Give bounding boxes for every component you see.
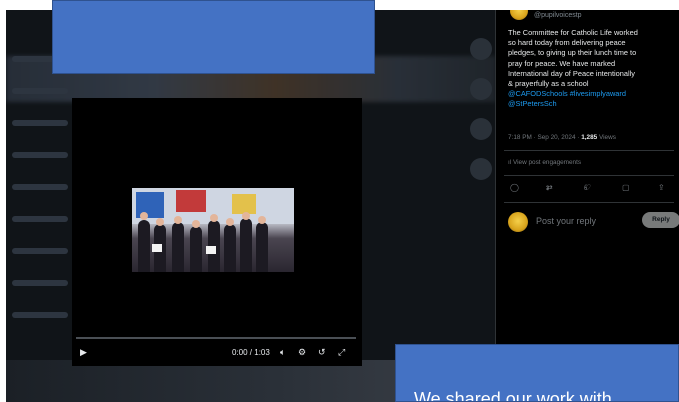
video-controls: ▶ 0:00 / 1:03 🔈︎ ⚙ ↺ ⤢ <box>72 344 362 364</box>
slide-overlay-box <box>52 0 375 74</box>
loop-icon[interactable]: ↺ <box>318 347 326 358</box>
play-icon[interactable]: ▶ <box>80 347 87 358</box>
divider <box>504 202 674 203</box>
fullscreen-icon[interactable]: ⤢ <box>338 347 345 358</box>
tweet-line: pledges, to giving up their lunch time t… <box>508 48 637 58</box>
tweet-panel: @pupilvoicestp The Committee for Catholi… <box>495 0 679 402</box>
tweet-line: so hard today from delivering peace <box>508 38 626 48</box>
reply-avatar <box>508 212 528 232</box>
reply-input[interactable]: Post your reply <box>536 216 596 226</box>
bookmark-icon[interactable]: ▢ <box>622 183 630 192</box>
reply-button[interactable]: Reply <box>642 212 679 228</box>
gear-icon[interactable]: ⚙ <box>298 347 306 358</box>
tweet-line: The Committee for Catholic Life worked <box>508 28 638 37</box>
tweet-link-mention[interactable]: @StPetersSch <box>508 99 676 109</box>
tweet-actions: ◯ ⇄ 3 ♡ 6 ▢ ⇪ <box>508 183 678 197</box>
video-progress-bar[interactable] <box>76 337 356 339</box>
tweet-handle[interactable]: @pupilvoicestp <box>534 12 582 19</box>
engagements-label: View post engagements <box>512 159 582 166</box>
heart-icon: ♡ <box>584 183 592 192</box>
view-engagements-link[interactable]: ıl View post engagements <box>508 159 581 166</box>
divider <box>504 175 674 176</box>
retweet-button[interactable]: ⇄ 3 <box>546 183 553 192</box>
comment-icon[interactable]: ◯ <box>510 183 519 192</box>
tweet-line: pray for peace. We have marked <box>508 58 616 68</box>
tweet-line: & prayerfully as a school <box>508 79 589 89</box>
divider <box>504 150 674 151</box>
background-sidebar <box>12 56 68 344</box>
tweet-meta: 7:18 PM · Sep 20, 2024 · 1,285 Views <box>508 134 616 141</box>
views-count: 1,285 <box>581 134 598 141</box>
retweet-icon: ⇄ <box>546 183 553 192</box>
like-button[interactable]: ♡ 6 <box>584 183 591 192</box>
video-thumbnail[interactable] <box>132 188 294 272</box>
slide-caption-box: We shared our work with <box>395 344 679 402</box>
tweet-text: The Committee for Catholic Life worked s… <box>508 28 676 110</box>
slide-caption: We shared our work with <box>414 389 612 402</box>
volume-icon[interactable]: 🔈︎ <box>280 347 285 358</box>
tweet-line: International day of Peace intentionally <box>508 68 635 78</box>
video-time: 0:00 / 1:03 <box>232 348 270 357</box>
video-player[interactable]: ▶ 0:00 / 1:03 🔈︎ ⚙ ↺ ⤢ <box>72 98 362 366</box>
views-label: Views <box>597 134 616 141</box>
share-icon[interactable]: ⇪ <box>658 183 665 192</box>
tweet-link-hashtag[interactable]: @CAFODSchools #livesimplyaward <box>508 89 676 99</box>
tweet-time[interactable]: 7:18 PM · Sep 20, 2024 · <box>508 134 581 141</box>
